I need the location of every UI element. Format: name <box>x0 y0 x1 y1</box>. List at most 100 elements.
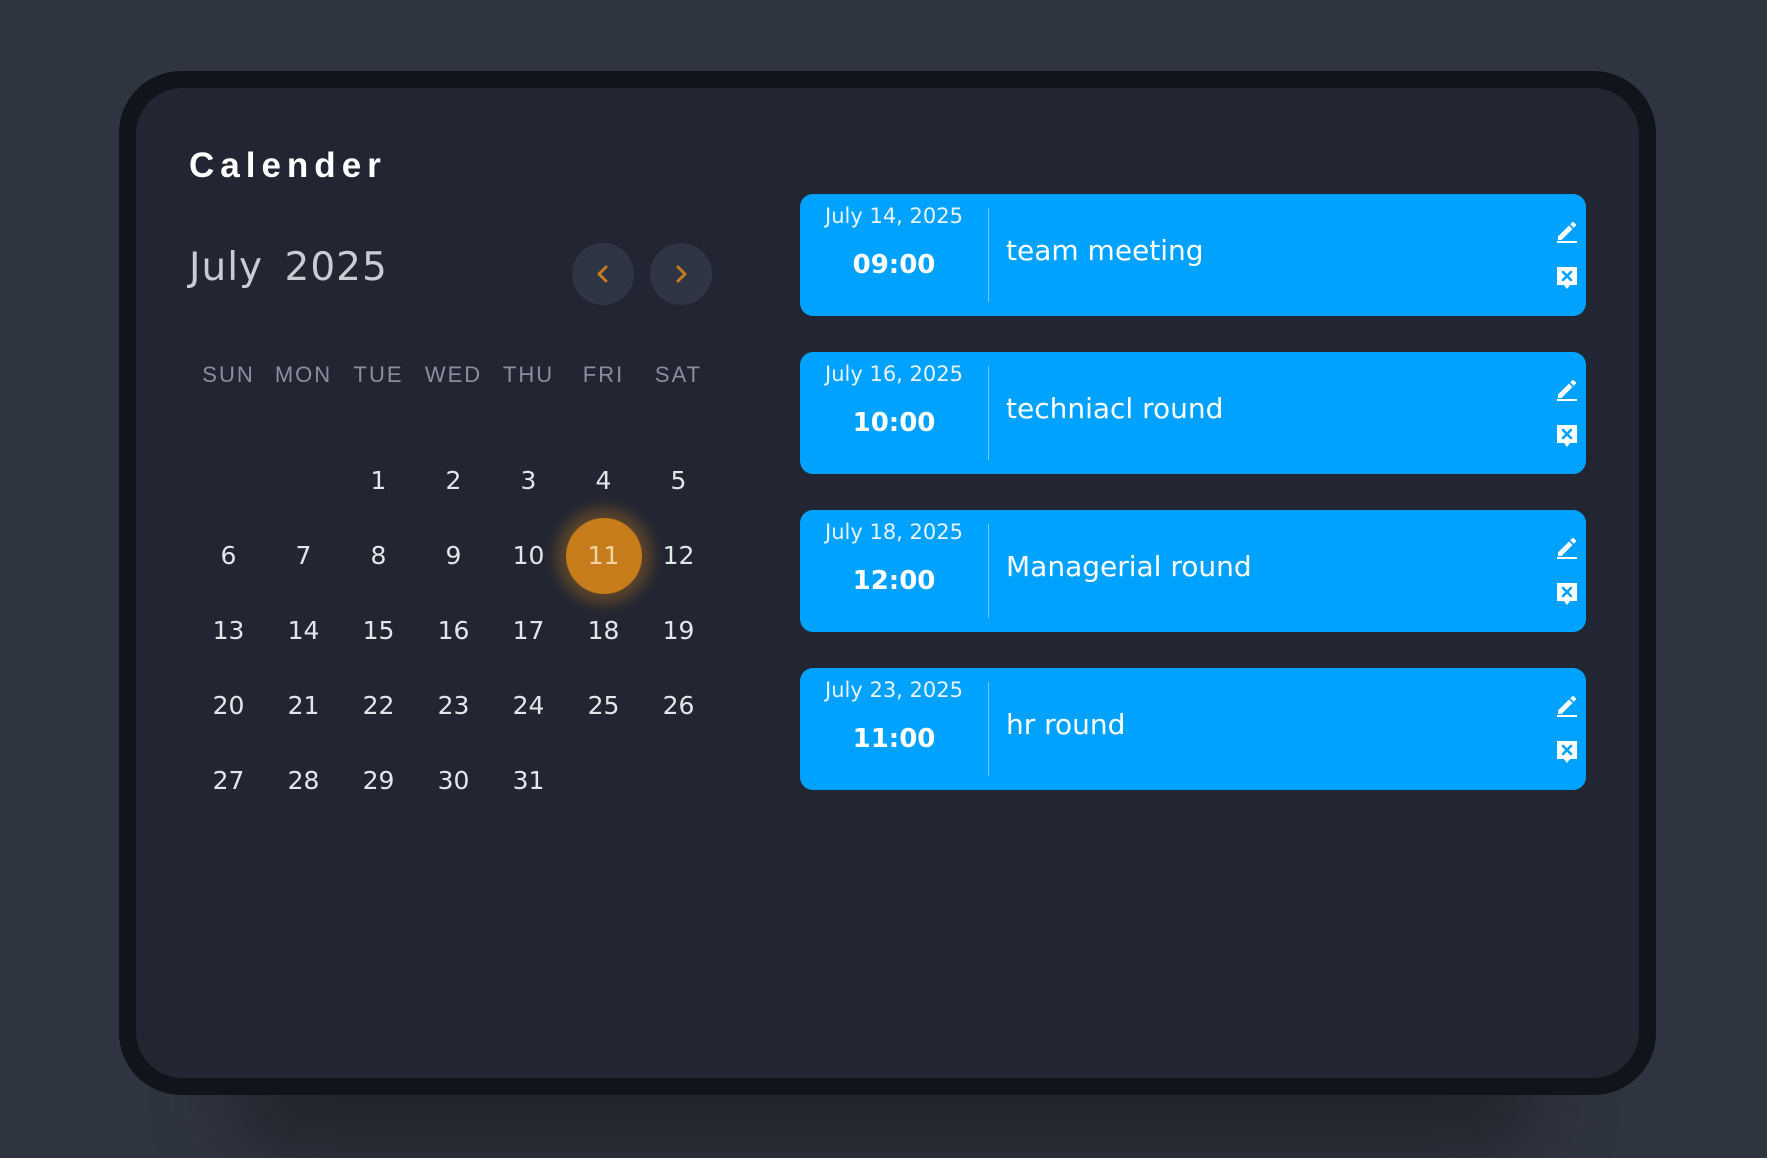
pencil-icon <box>1555 695 1579 721</box>
edit-event-button[interactable] <box>1555 535 1579 559</box>
day-number: 26 <box>662 691 695 720</box>
calendar-panel: Calender July 2025 SUN MON TUE WED THU F… <box>136 88 1639 1078</box>
event-title: techniacl round <box>1006 392 1224 425</box>
day-number: 13 <box>212 616 245 645</box>
event-title: team meeting <box>1006 234 1204 267</box>
day-cell[interactable]: 25 <box>566 668 641 743</box>
event-divider <box>988 524 989 618</box>
weekday-label: SUN <box>202 362 255 387</box>
edit-event-button[interactable] <box>1555 693 1579 717</box>
previous-month-button[interactable] <box>572 243 634 305</box>
day-cell[interactable]: 5 <box>641 443 716 518</box>
day-cell[interactable]: 1 <box>341 443 416 518</box>
device-frame: Calender July 2025 SUN MON TUE WED THU F… <box>119 71 1656 1095</box>
day-cell[interactable]: 26 <box>641 668 716 743</box>
pencil-icon <box>1555 537 1579 563</box>
day-number: 31 <box>512 766 545 795</box>
weekday-label: TUE <box>353 362 404 387</box>
day-cell[interactable]: 28 <box>266 743 341 818</box>
empty-day-cell <box>641 743 716 818</box>
empty-day-cell <box>266 443 341 518</box>
delete-icon <box>1555 741 1579 769</box>
delete-event-button[interactable] <box>1555 739 1579 765</box>
edit-event-button[interactable] <box>1555 377 1579 401</box>
day-number: 30 <box>437 766 470 795</box>
day-cell[interactable]: 18 <box>566 593 641 668</box>
day-number: 28 <box>287 766 320 795</box>
day-cell[interactable]: 3 <box>491 443 566 518</box>
event-divider <box>988 208 989 302</box>
delete-icon <box>1555 583 1579 611</box>
day-cell[interactable]: 17 <box>491 593 566 668</box>
day-cell[interactable]: 16 <box>416 593 491 668</box>
day-number: 5 <box>670 466 687 495</box>
day-cell[interactable]: 13 <box>191 593 266 668</box>
day-number: 23 <box>437 691 470 720</box>
event-divider <box>988 682 989 776</box>
day-cell[interactable]: 30 <box>416 743 491 818</box>
day-number: 21 <box>287 691 320 720</box>
day-cell[interactable]: 10 <box>491 518 566 593</box>
event-card[interactable]: July 18, 2025 12:00 Managerial round <box>800 510 1586 632</box>
day-cell[interactable]: 19 <box>641 593 716 668</box>
event-time: 11:00 <box>852 724 936 754</box>
day-cell[interactable]: 20 <box>191 668 266 743</box>
day-number: 7 <box>295 541 312 570</box>
day-number: 29 <box>362 766 395 795</box>
event-date: July 16, 2025 <box>825 362 963 386</box>
day-cell[interactable]: 6 <box>191 518 266 593</box>
pencil-icon <box>1555 379 1579 405</box>
events-list: July 14, 2025 09:00 team meeting July 16, 2… <box>800 194 1586 826</box>
day-number: 18 <box>587 616 620 645</box>
day-cell[interactable]: 15 <box>341 593 416 668</box>
day-number: 25 <box>587 691 620 720</box>
day-number: 1 <box>370 466 387 495</box>
day-cell[interactable]: 9 <box>416 518 491 593</box>
day-number: 19 <box>662 616 695 645</box>
weekday-label: SAT <box>654 362 703 387</box>
weekday-header: SUN MON TUE WED THU FRI SAT <box>191 362 716 388</box>
delete-event-button[interactable] <box>1555 423 1579 449</box>
delete-event-button[interactable] <box>1555 581 1579 607</box>
day-number: 6 <box>220 541 237 570</box>
day-cell[interactable]: 2 <box>416 443 491 518</box>
day-cell[interactable]: 21 <box>266 668 341 743</box>
days-grid: 1 2 3 4 5 6 7 8 9 10 11 12 13 14 15 16 17 18 19 20 21 22 23 24 2… <box>191 443 716 818</box>
event-card[interactable]: July 23, 2025 11:00 hr round <box>800 668 1586 790</box>
event-title: hr round <box>1006 708 1126 741</box>
event-divider <box>988 366 989 460</box>
event-card[interactable]: July 14, 2025 09:00 team meeting <box>800 194 1586 316</box>
day-number: 15 <box>362 616 395 645</box>
day-cell[interactable]: 23 <box>416 668 491 743</box>
day-cell[interactable]: 22 <box>341 668 416 743</box>
day-cell[interactable]: 24 <box>491 668 566 743</box>
day-cell[interactable]: 8 <box>341 518 416 593</box>
selected-day-cell[interactable]: 11 <box>565 517 642 594</box>
month-label: July 2025 <box>189 245 388 290</box>
event-time: 12:00 <box>852 566 936 596</box>
event-time: 10:00 <box>852 408 936 438</box>
delete-icon <box>1555 267 1579 295</box>
day-cell[interactable]: 29 <box>341 743 416 818</box>
chevron-right-icon <box>676 265 687 283</box>
day-number: 24 <box>512 691 545 720</box>
day-number: 8 <box>370 541 387 570</box>
event-date: July 23, 2025 <box>825 678 963 702</box>
day-cell[interactable]: 7 <box>266 518 341 593</box>
day-number: 4 <box>595 466 612 495</box>
day-cell[interactable]: 31 <box>491 743 566 818</box>
event-date: July 18, 2025 <box>825 520 963 544</box>
day-cell[interactable]: 4 <box>566 443 641 518</box>
day-number: 12 <box>662 541 695 570</box>
event-card[interactable]: July 16, 2025 10:00 techniacl round <box>800 352 1586 474</box>
delete-event-button[interactable] <box>1555 265 1579 291</box>
next-month-button[interactable] <box>650 243 712 305</box>
day-cell[interactable]: 27 <box>191 743 266 818</box>
edit-event-button[interactable] <box>1555 219 1579 243</box>
day-cell[interactable]: 14 <box>266 593 341 668</box>
weekday-label: MON <box>274 362 333 387</box>
day-number: 11 <box>587 541 620 570</box>
weekday-label: THU <box>502 362 555 387</box>
day-number: 20 <box>212 691 245 720</box>
day-cell[interactable]: 12 <box>641 518 716 593</box>
